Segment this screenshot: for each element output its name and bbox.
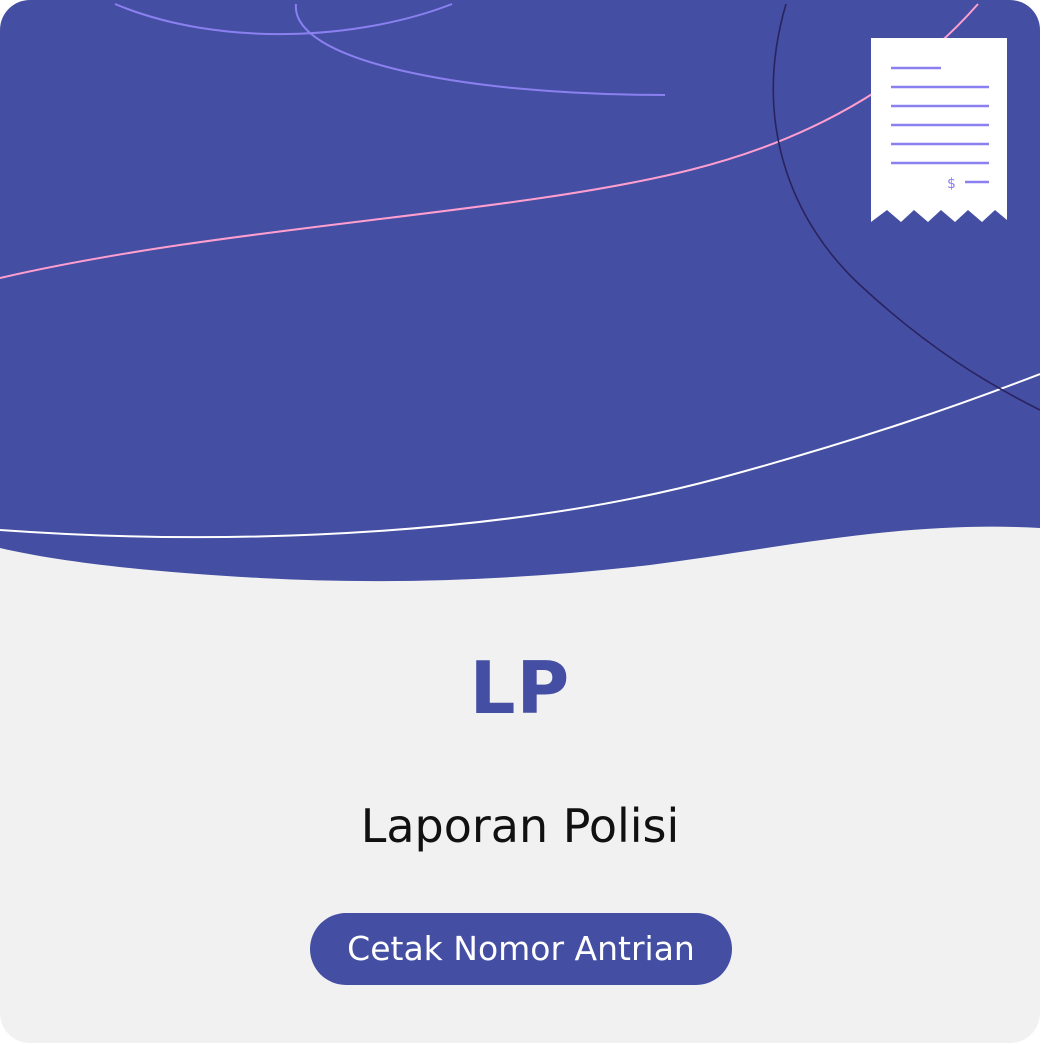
print-queue-number-button[interactable]: Cetak Nomor Antrian: [310, 913, 732, 985]
queue-service-card[interactable]: $ LP Laporan Polisi Cetak Nomor Antrian: [0, 0, 1040, 1043]
receipt-icon: $: [871, 38, 1007, 225]
service-name: Laporan Polisi: [360, 799, 680, 853]
service-code: LP: [469, 646, 571, 730]
dollar-sign-text: $: [947, 176, 956, 192]
